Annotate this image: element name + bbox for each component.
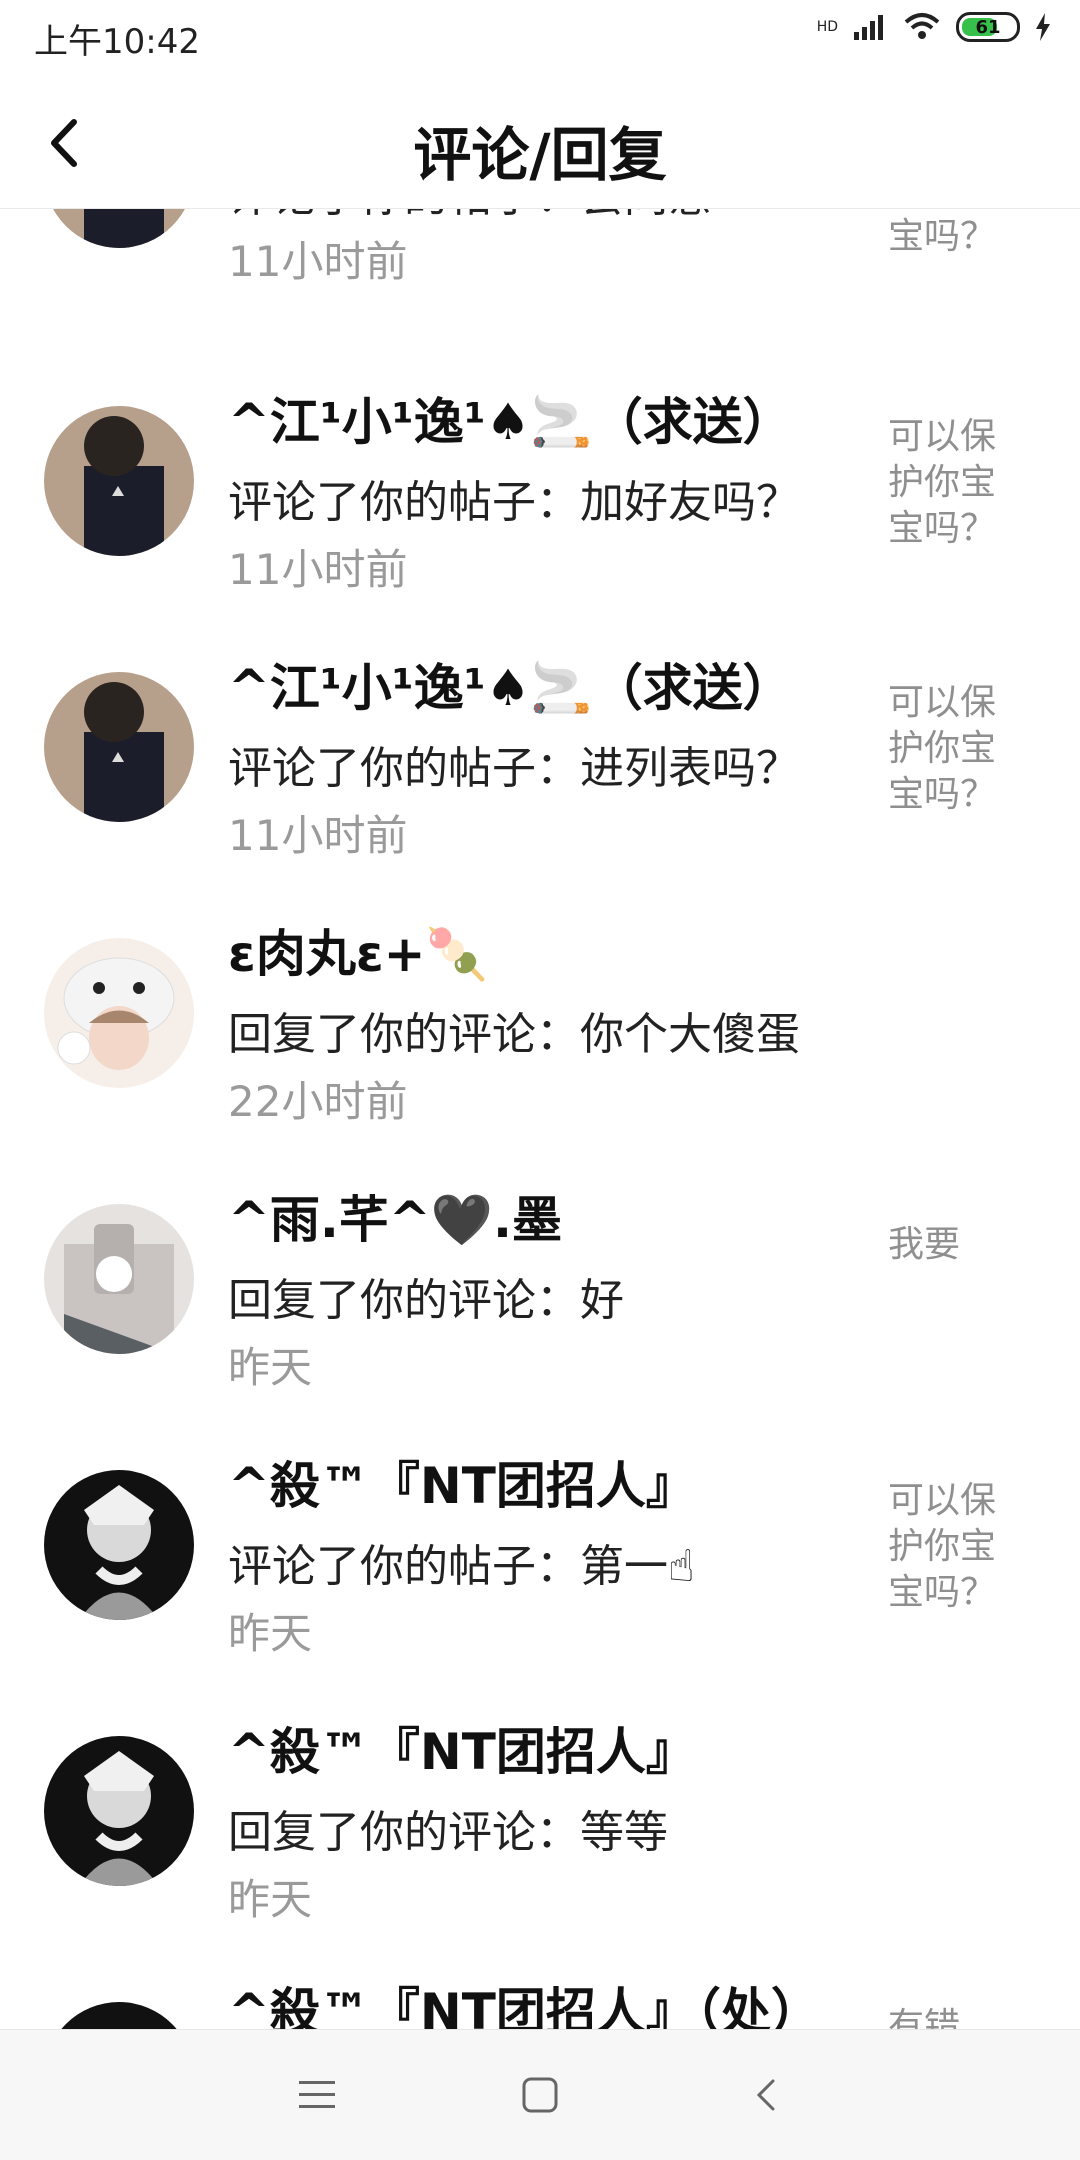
- status-bar: 上午10:42 HD 61: [0, 0, 1080, 78]
- avatar[interactable]: [44, 1204, 194, 1354]
- item-message: 评论了你的帖子：加好友吗？: [228, 477, 800, 528]
- item-time: 22小时前: [228, 1077, 408, 1126]
- wifi-icon: [904, 13, 940, 39]
- list-item[interactable]: ^雨.芊^🖤.墨 回复了你的评论：好 昨天 我要: [0, 1166, 1080, 1432]
- app-header: 评论/回复: [0, 78, 1080, 209]
- avatar[interactable]: [44, 1736, 194, 1886]
- list-item[interactable]: 评论了你的帖子：会同意 11小时前 护你宝宝吗？: [0, 208, 1080, 358]
- home-icon: [522, 2077, 558, 2113]
- menu-icon: [299, 2081, 335, 2108]
- home-button[interactable]: [505, 2060, 575, 2130]
- item-side-text: 有错吧？: [888, 2006, 961, 2030]
- avatar[interactable]: [44, 938, 194, 1088]
- avatar[interactable]: [44, 208, 194, 248]
- battery-icon: 61: [956, 12, 1020, 42]
- item-side-text: 我要: [888, 1224, 961, 1265]
- charging-icon: [1036, 13, 1050, 41]
- item-side-text: 可以保护你宝宝吗？: [888, 1480, 997, 1613]
- page-title: 评论/回复: [413, 121, 667, 189]
- item-message: 回复了你的评论：你个大傻蛋: [228, 1009, 800, 1060]
- avatar[interactable]: [44, 2002, 194, 2030]
- item-time: 11小时前: [228, 237, 408, 286]
- system-nav-bar: [0, 2029, 1080, 2160]
- list-item[interactable]: ^江¹小¹逸¹♠🚬（求送） 评论了你的帖子：加好友吗？ 11小时前 可以保护你宝…: [0, 368, 1080, 634]
- nav-back-button[interactable]: [732, 2060, 802, 2130]
- item-username[interactable]: ^江¹小¹逸¹♠🚬（求送）: [228, 648, 793, 720]
- item-username[interactable]: ^殺™『NT团招人』: [228, 1446, 696, 1518]
- comment-list[interactable]: 评论了你的帖子：会同意 11小时前 护你宝宝吗？ ^江¹小¹逸¹♠🚬（求送） 评…: [0, 208, 1080, 2030]
- item-time: 昨天: [228, 1609, 313, 1658]
- item-username[interactable]: ^雨.芊^🖤.墨: [228, 1180, 562, 1252]
- list-item[interactable]: ^殺™『NT团招人』 回复了你的评论：等等 昨天: [0, 1698, 1080, 1964]
- menu-button[interactable]: [282, 2060, 352, 2130]
- item-side-text: 可以保护你宝宝吗？: [888, 416, 997, 549]
- item-message: 评论了你的帖子：会同意: [228, 208, 712, 224]
- avatar[interactable]: [44, 406, 194, 556]
- list-item[interactable]: ^江¹小¹逸¹♠🚬（求送） 评论了你的帖子：进列表吗？ 11小时前 可以保护你宝…: [0, 634, 1080, 900]
- avatar[interactable]: [44, 672, 194, 822]
- item-side-text: 可以保护你宝宝吗？: [888, 682, 997, 815]
- item-time: 昨天: [228, 1343, 313, 1392]
- item-message: 回复了你的评论：好: [228, 1275, 624, 1326]
- hd-indicator: HD: [816, 19, 838, 35]
- item-message: 评论了你的帖子：第一☝: [228, 1541, 695, 1592]
- item-side-text: 护你宝宝吗？: [888, 208, 997, 257]
- status-icons: HD 61: [817, 12, 1052, 42]
- item-time: 昨天: [228, 1875, 313, 1924]
- item-message: 回复了你的评论：等等: [228, 1807, 668, 1858]
- back-arrow-icon: [756, 2079, 775, 2111]
- item-message: 评论了你的帖子：进列表吗？: [228, 743, 800, 794]
- avatar[interactable]: [44, 1470, 194, 1620]
- list-item[interactable]: ^殺™『NT团招人』 评论了你的帖子：第一☝ 昨天 可以保护你宝宝吗？: [0, 1432, 1080, 1698]
- item-username[interactable]: ε肉丸ε+🍡: [228, 914, 488, 986]
- list-item[interactable]: ^殺™『NT团招人』（处） 有错吧？: [0, 1964, 1080, 2030]
- item-username[interactable]: ^殺™『NT团招人』（处）: [228, 1972, 821, 2030]
- status-time: 上午10:42: [34, 22, 200, 62]
- item-username[interactable]: ^江¹小¹逸¹♠🚬（求送）: [228, 382, 793, 454]
- signal-icon: [854, 15, 883, 40]
- item-time: 11小时前: [228, 545, 408, 594]
- battery-level: 61: [975, 16, 1001, 38]
- list-item[interactable]: ε肉丸ε+🍡 回复了你的评论：你个大傻蛋 22小时前: [0, 900, 1080, 1166]
- item-username[interactable]: ^殺™『NT团招人』: [228, 1712, 696, 1784]
- item-time: 11小时前: [228, 811, 408, 860]
